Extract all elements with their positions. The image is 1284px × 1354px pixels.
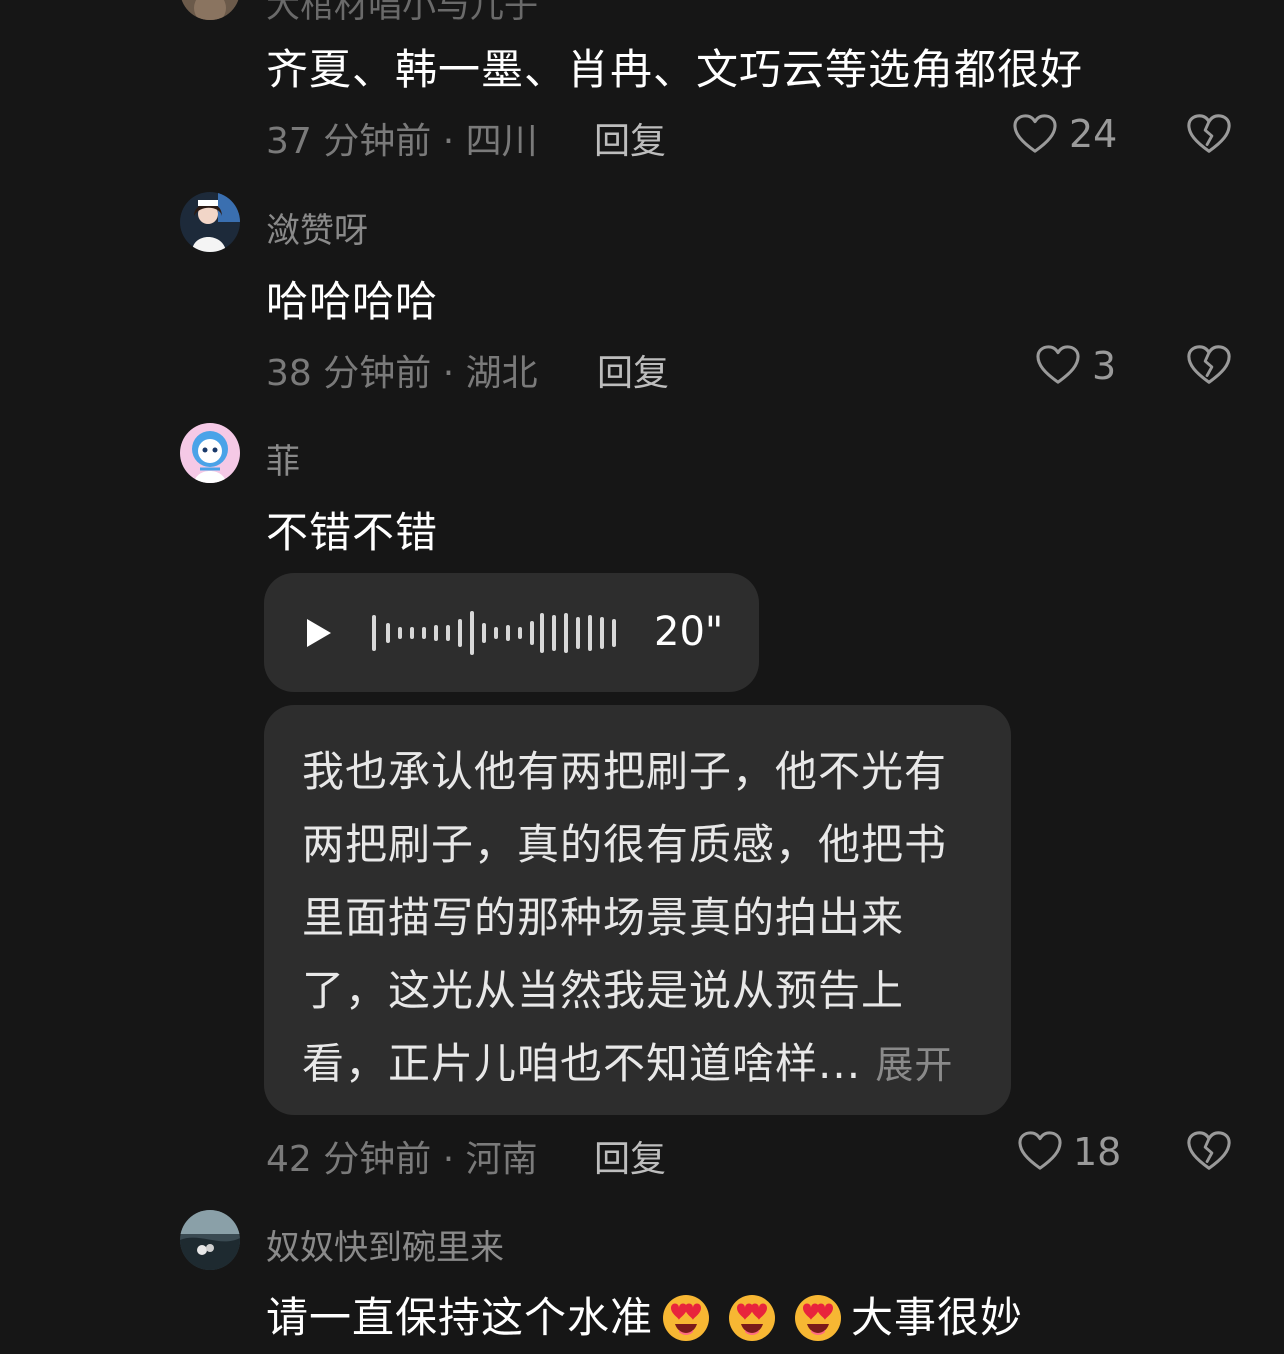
comment-username[interactable]: 大棺材唱小与儿子 [266, 0, 538, 27]
comment-text: 请一直保持这个水准 大事很妙 [266, 1284, 1023, 1348]
heart-icon[interactable] [1017, 1130, 1063, 1172]
voice-transcript: 我也承认他有两把刷子，他不光有 两把刷子，真的很有质感，他把书 里面描写的那种场… [264, 705, 1011, 1115]
comment-text-part: 请一直保持这个水准 [266, 1293, 654, 1342]
transcript-line: 两把刷子，真的很有质感，他把书 [302, 820, 948, 869]
comment-text-part: 大事很妙 [851, 1293, 1024, 1342]
comment-meta: 38 分钟前 · 湖北 [266, 353, 538, 394]
comment-username[interactable]: 菲 [266, 434, 300, 483]
avatar[interactable] [180, 192, 240, 252]
reply-button[interactable]: 回复 [594, 1130, 666, 1182]
play-icon[interactable] [304, 617, 334, 649]
voice-duration: 20" [654, 609, 724, 655]
transcript-line: 了，这光从当然我是说从预告上 [302, 966, 905, 1015]
transcript-line: 我也承认他有两把刷子，他不光有 [302, 747, 948, 796]
broken-heart-icon[interactable] [1186, 343, 1232, 387]
comment-text: 齐夏、韩一墨、肖冉、文巧云等选角都很好 [266, 45, 1084, 94]
heart-eyes-emoji-icon [729, 1294, 776, 1341]
avatar[interactable] [180, 0, 240, 20]
like-count: 3 [1092, 344, 1117, 388]
broken-heart-icon[interactable] [1186, 1129, 1232, 1173]
heart-icon[interactable] [1035, 344, 1081, 386]
avatar[interactable] [180, 423, 240, 483]
waveform-icon [372, 611, 616, 655]
transcript-line: 里面描写的那种场景真的拍出来 [302, 893, 905, 942]
transcript-line: 看，正片儿咱也不知道啥样... [302, 1039, 862, 1088]
comment-username[interactable]: 潋赞呀 [266, 203, 368, 252]
comment-text: 不错不错 [266, 508, 439, 557]
heart-eyes-emoji-icon [795, 1294, 842, 1341]
heart-icon[interactable] [1012, 113, 1058, 155]
expand-button[interactable]: 展开 [875, 1043, 953, 1087]
comment-text: 哈哈哈哈 [266, 277, 439, 326]
like-count: 24 [1069, 112, 1118, 156]
broken-heart-icon[interactable] [1186, 112, 1232, 156]
avatar[interactable] [180, 1210, 240, 1270]
comment-meta: 37 分钟前 · 四川 [266, 121, 538, 162]
like-count: 18 [1073, 1130, 1122, 1174]
voice-message[interactable]: 20" [264, 573, 759, 692]
reply-button[interactable]: 回复 [594, 112, 666, 164]
comment-username[interactable]: 奴奴快到碗里来 [266, 1220, 504, 1269]
comment-meta: 42 分钟前 · 河南 [266, 1139, 538, 1180]
heart-eyes-emoji-icon [663, 1294, 710, 1341]
reply-button[interactable]: 回复 [597, 344, 669, 396]
